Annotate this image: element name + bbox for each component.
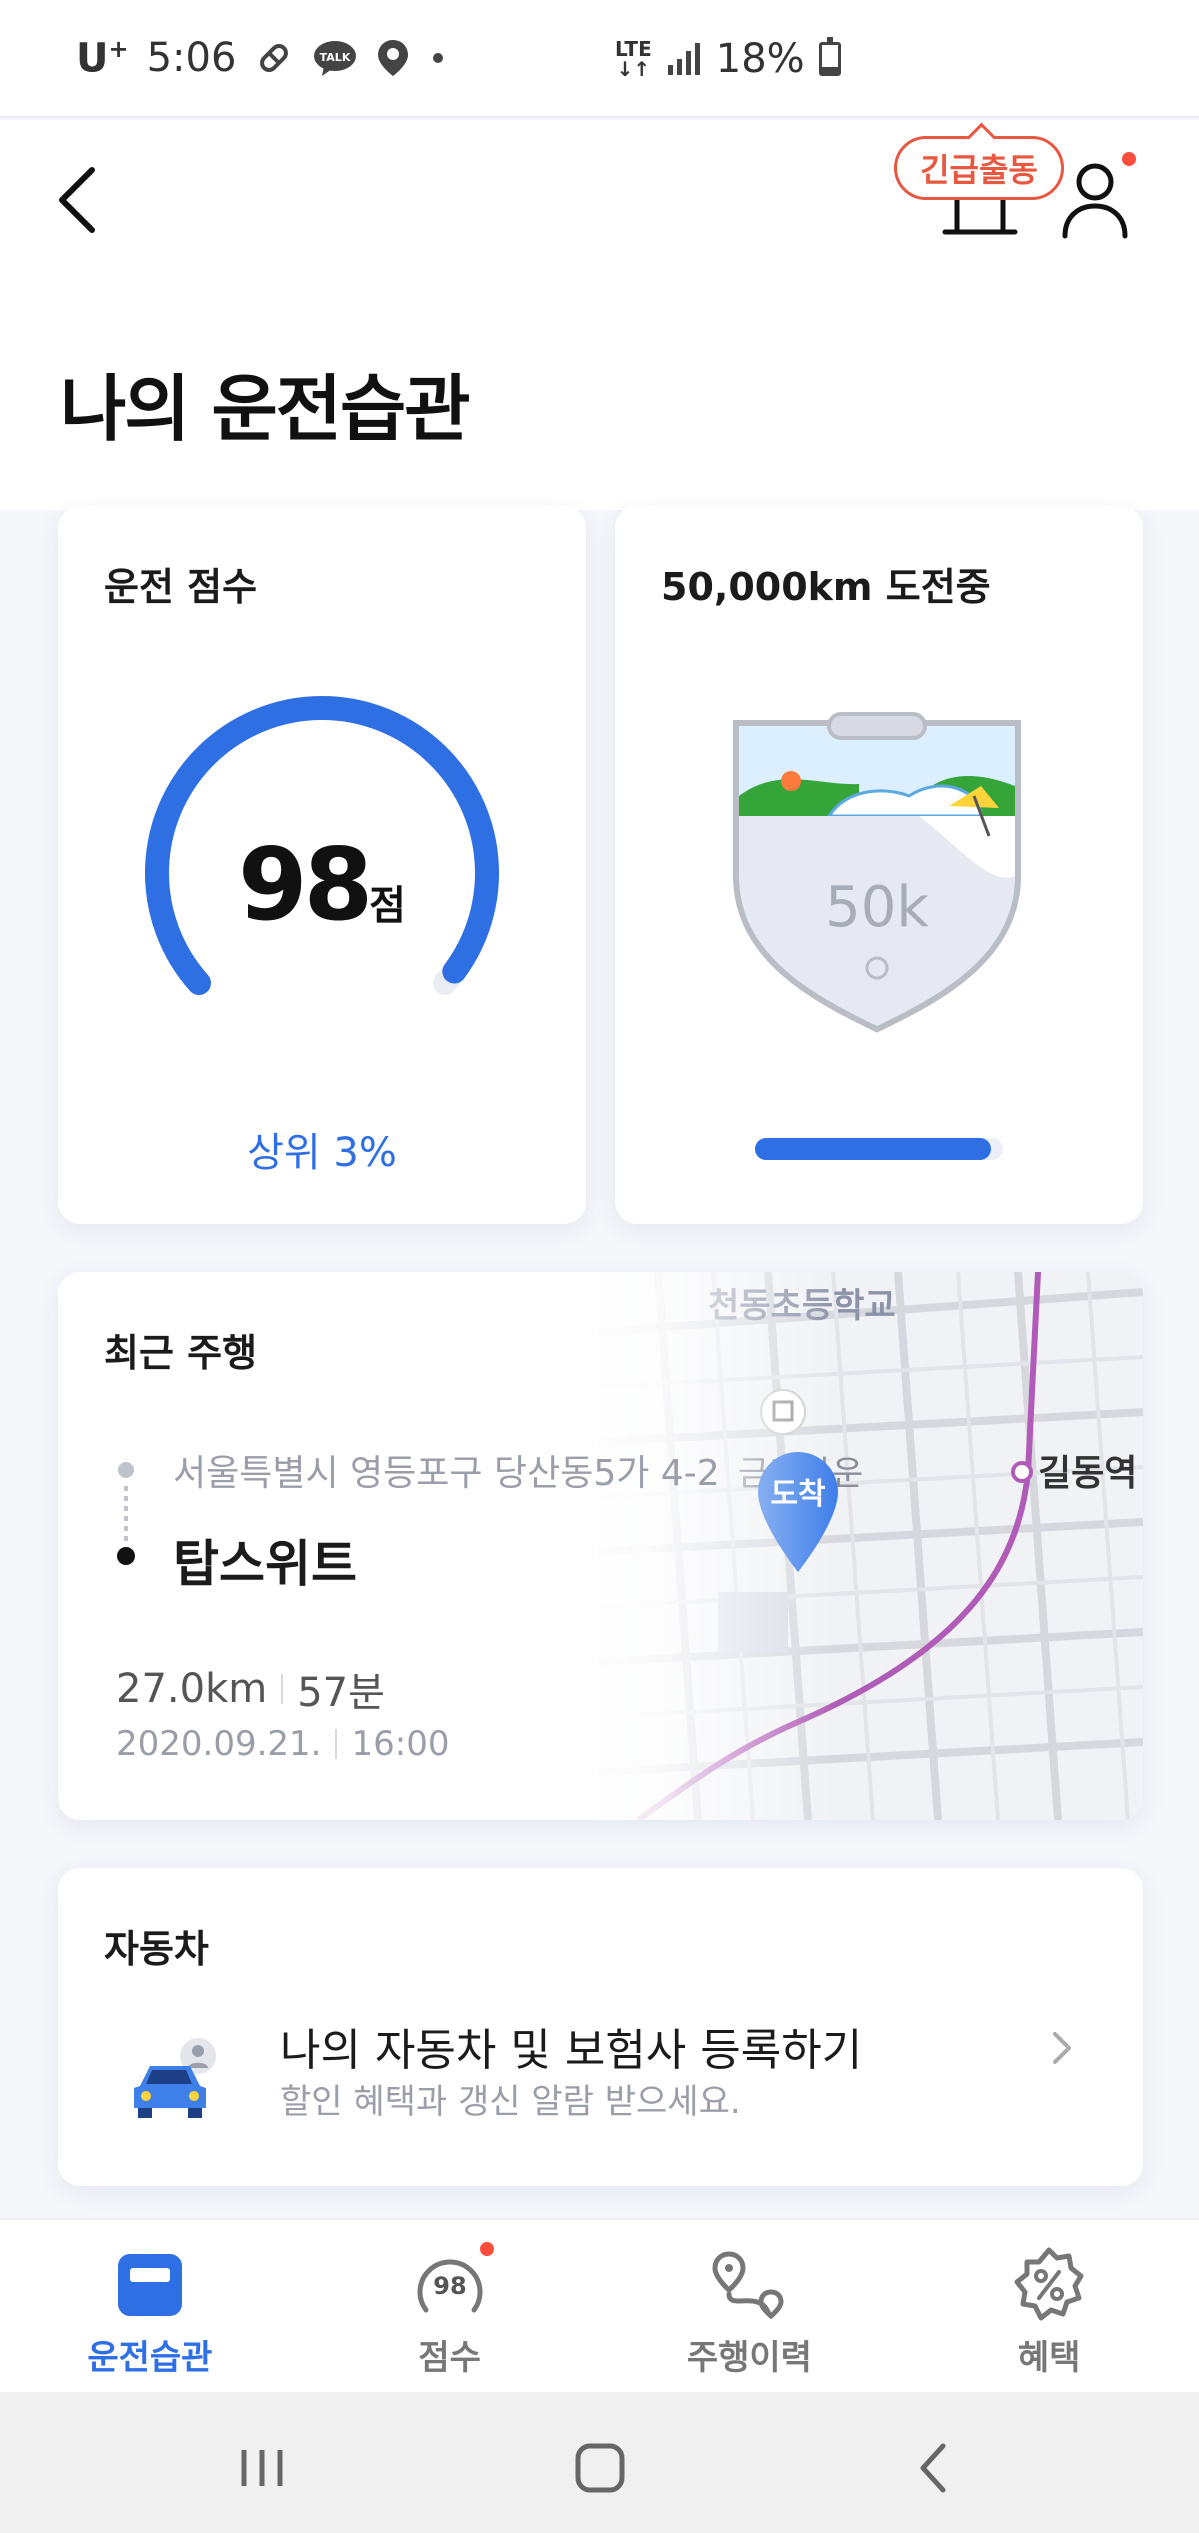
home-button[interactable]: [560, 2428, 640, 2508]
car-register-title: 나의 자동차 및 보험사 등록하기: [280, 2025, 863, 2076]
trip-date: 2020.09.21.: [116, 1724, 322, 1764]
challenge-progress-bar: [755, 1138, 1003, 1160]
driving-habit-icon: [117, 2254, 182, 2316]
network-type: LTE ↓↑: [615, 37, 652, 81]
battery-percent: 18%: [715, 36, 805, 82]
back-button[interactable]: [48, 160, 118, 240]
score-icon: 98: [417, 2259, 483, 2313]
svg-text:TALK: TALK: [320, 51, 351, 64]
status-bar: U+ 5:06 TALK LTE ↓↑ 18%: [0, 0, 1199, 118]
bottom-navigation: 운전습관 98 점수 주행이력 혜택: [0, 2218, 1199, 2392]
pill-icon: [254, 38, 294, 78]
chevron-left-icon: [59, 167, 95, 233]
nav-label-driving-habit: 운전습관: [87, 2338, 213, 2378]
chevron-right-icon: [1053, 2032, 1071, 2064]
recent-card-title: 최근 주행: [104, 1331, 258, 1375]
score-rank: 상위 3%: [247, 1130, 397, 1176]
badge-label: 50k: [825, 875, 929, 940]
recent-drive-card[interactable]: 천동초등학교 금홍타운 길동역 도착 최근 주행 서울특별시 영등포구 당산동5…: [58, 1272, 1143, 1820]
carrier-label: U+: [76, 34, 129, 82]
trip-datetime: 2020.09.21. 16:00: [116, 1724, 449, 1764]
challenge-card-title: 50,000km 도전중: [661, 565, 991, 609]
score-notification-dot: [479, 2242, 494, 2256]
benefit-percent-icon: [1014, 2247, 1084, 2321]
nav-benefit[interactable]: 혜택: [899, 2220, 1199, 2392]
route-history-icon: [712, 2251, 784, 2320]
score-number: 98: [238, 826, 373, 943]
route-destination: 탑스위트: [173, 1535, 357, 1593]
recent-apps-icon: [241, 2450, 283, 2486]
score-value: 98점: [58, 826, 586, 943]
system-back-button[interactable]: [895, 2428, 975, 2508]
score-icon-text: 98: [433, 2272, 466, 2300]
back-arrow-icon: [920, 2443, 946, 2493]
profile-notification-dot: [1122, 152, 1136, 166]
user-icon: [1062, 163, 1128, 239]
car-register-chevron[interactable]: [1043, 2018, 1083, 2078]
driving-score-card[interactable]: 운전 점수 98점 상위 3%: [58, 506, 586, 1224]
route-end-dot: [117, 1547, 135, 1565]
home-icon: [575, 2443, 625, 2493]
signal-icon: [666, 41, 702, 77]
distance-challenge-card[interactable]: 50,000km 도전중 50k: [615, 506, 1143, 1224]
trip-time: 16:00: [351, 1724, 450, 1764]
nav-driving-habit[interactable]: 운전습관: [0, 2220, 300, 2392]
location-icon: [376, 38, 410, 78]
status-time: 5:06: [146, 34, 237, 81]
car-card-title: 자동차: [104, 1927, 209, 1971]
nav-label-score: 점수: [418, 2338, 481, 2378]
emergency-badge[interactable]: 긴급출동: [894, 136, 1064, 200]
route-start-address: 서울특별시 영등포구 당산동5가 4-2: [173, 1453, 720, 1494]
car-register-subtitle: 할인 혜택과 갱신 알람 받으세요.: [280, 2082, 741, 2122]
score-card-title: 운전 점수: [104, 565, 258, 609]
trip-duration: 57분: [297, 1670, 385, 1716]
nav-label-benefit: 혜택: [1017, 2338, 1081, 2378]
trip-stats: 27.0km 57분: [116, 1660, 385, 1718]
distance-badge-icon: 50k: [733, 712, 1021, 1033]
recent-apps-button[interactable]: [222, 2428, 302, 2508]
score-unit: 점: [369, 883, 406, 929]
page-title: 나의 운전습관: [60, 367, 471, 451]
nav-label-route-history: 주행이력: [686, 2338, 812, 2378]
talk-icon: TALK: [312, 38, 358, 78]
profile-button[interactable]: [1055, 154, 1135, 244]
map-station-label: 길동역: [1038, 1453, 1137, 1494]
system-navigation-bar: [0, 2392, 1199, 2533]
car-register-icon: [134, 2038, 216, 2118]
challenge-progress-fill: [755, 1138, 991, 1160]
route-connector: [124, 1486, 128, 1544]
nav-route-history[interactable]: 주행이력: [600, 2220, 900, 2392]
trip-distance: 27.0km: [116, 1666, 268, 1712]
route-start-dot: [118, 1462, 134, 1478]
more-notifications-dot-icon: [428, 48, 448, 68]
nav-score[interactable]: 98 점수: [300, 2220, 600, 2392]
battery-icon: [818, 37, 841, 76]
car-card[interactable]: 자동차 나의 자동차 및 보험사 등록하기 할인 혜택과 갱신 알람 받으세요.: [58, 1868, 1143, 2186]
